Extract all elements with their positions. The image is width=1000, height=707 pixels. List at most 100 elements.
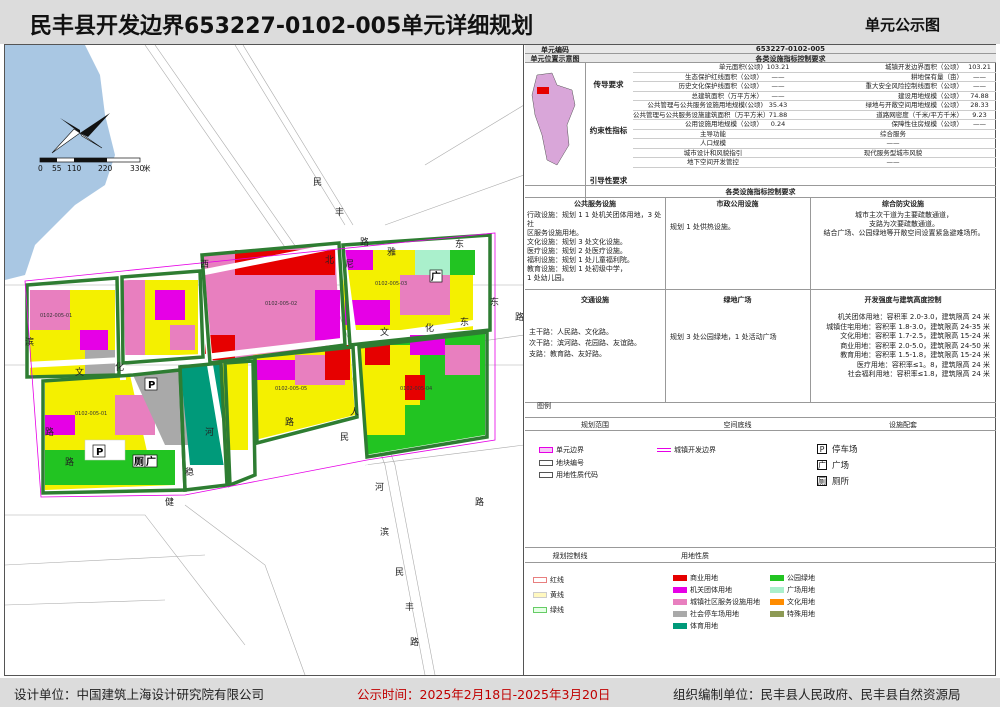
svg-text:路: 路	[45, 426, 54, 438]
indicator-cell: 绿地与开敞空间用地规模（公顷）	[865, 101, 964, 109]
col-municipal: 市政公用设施	[716, 200, 759, 208]
plan-map[interactable]: 0 55 110 220 330 米 民 丰 路 尼 雅 东 北 西 文 化 路…	[5, 45, 524, 675]
svg-text:东: 东	[460, 316, 469, 328]
legend-col-scope: 规划范围	[581, 421, 609, 429]
disaster-line: 支路为次要疏散通道。	[869, 220, 939, 228]
svg-text:文: 文	[380, 326, 389, 338]
indicator-row: 单元面积(公顷) 103.21 城镇开发边界面积（公顷） 103.21	[633, 63, 996, 73]
legend-redline: 红线	[533, 575, 564, 585]
svg-text:路: 路	[360, 236, 369, 248]
col-disaster: 综合防灾设施	[882, 200, 924, 208]
indicator-cell: 耕地保有量（亩）	[911, 72, 963, 81]
svg-text:0102-005-05: 0102-005-05	[275, 386, 307, 392]
svg-text:滨: 滨	[25, 336, 34, 348]
legend-title: 图例	[537, 402, 551, 410]
svg-text:0102-005-01: 0102-005-01	[40, 313, 72, 319]
intensity-line: 文化用地：容积率 1.7-2.5，建筑限高 15-24 米	[840, 332, 990, 340]
indicator-cell: 生态保护红线面积（公顷）	[685, 72, 763, 81]
indicator-cell: 0.24	[770, 120, 786, 128]
svg-text:东: 东	[455, 238, 464, 250]
legend2-col-lines: 规划控制线	[552, 552, 588, 560]
intensity-line: 教育用地：容积率 1.5-1.8，建筑限高 15-24 米	[840, 351, 990, 359]
traffic-line: 次干路：滨河路、花园路、友谊路。	[529, 339, 641, 347]
scale-tick: 0	[38, 164, 43, 173]
indicator-cell: 城镇开发边界面积（公顷）	[885, 63, 963, 71]
facility-title: 各类设施指标控制要求	[725, 188, 796, 196]
landuse-label: 城镇社区服务设施用地	[690, 598, 760, 606]
legend-dev-boundary: 城镇开发边界	[657, 445, 716, 455]
indicator-cell: 公共管理与公共服务设施用地规模(公顷)	[647, 101, 763, 109]
svg-text:P: P	[96, 447, 103, 458]
landuse-legend-item: 体育用地	[673, 621, 718, 631]
indicator-cell: ——	[771, 91, 785, 100]
indicator-cell: 单元面积(公顷)	[718, 63, 763, 71]
legend-col-baseline: 空间底线	[723, 421, 752, 429]
svg-text:广: 广	[431, 270, 441, 283]
legend-greenline: 绿线	[533, 605, 564, 615]
landuse-label: 特殊用地	[787, 610, 815, 618]
indicator-row: 生态保护红线面积（公顷） —— 耕地保有量（亩） ——	[633, 72, 996, 82]
page-title: 民丰县开发边界653227-0102-005单元详细规划	[30, 14, 534, 39]
indicator-row: 历史文化保护线面积（公顷） —— 重大安全风险控制线面积（公顷） ——	[633, 82, 996, 92]
landuse-label: 社会停车场用地	[690, 610, 739, 618]
footer-designer: 设计单位：中国建筑上海设计研究院有限公司	[14, 687, 265, 702]
indicator-row: 公共管理与公共服务设施用地规模(公顷) 35.43 绿地与开敞空间用地规模（公顷） 2…	[633, 101, 996, 111]
scale-tick: 220	[98, 164, 113, 173]
landuse-swatch	[673, 587, 687, 593]
disaster-line: 城市主次干道为主要疏散通道，	[855, 211, 953, 219]
landuse-swatch	[770, 587, 784, 593]
guidance-label: 地下空间开发管控	[687, 158, 739, 166]
svg-text:东: 东	[490, 296, 499, 308]
svg-text:厕: 厕	[134, 456, 144, 468]
public_service-line: 医疗设施：规划 2 处医疗设施。	[527, 247, 627, 255]
landuse-swatch	[673, 575, 687, 581]
indicator-cell: ——	[771, 82, 785, 90]
landuse-swatch	[673, 599, 687, 605]
svg-text:人: 人	[350, 407, 359, 418]
indicator-cell: 103.21	[968, 63, 991, 71]
guidance-row: 主导功能 综合服务	[633, 129, 996, 139]
landuse-legend-item: 社会停车场用地	[673, 609, 739, 619]
indicator-cell: ——	[973, 82, 986, 90]
info-panel: 单元编码 653227-0102-005 单元位置示意图 各类设施指标控制要求 …	[525, 45, 996, 675]
legend2-col-landuse: 用地性质	[681, 552, 709, 560]
indicator-cell: 建设用地规模（公顷）	[898, 91, 963, 100]
scale-bar	[39, 157, 141, 163]
guidance-row: 地下空间开发管控 ——	[633, 158, 996, 168]
svg-text:0102-005-03: 0102-005-03	[375, 281, 407, 287]
indicator-cell: 71.88	[768, 110, 788, 119]
svg-text:河: 河	[205, 426, 214, 438]
landuse-legend-item: 特殊用地	[770, 609, 815, 619]
svg-text:0102-005-04: 0102-005-04	[400, 386, 432, 392]
svg-text:化: 化	[425, 322, 434, 334]
indicator-cell: ——	[771, 72, 785, 81]
col-public: 公共服务设施	[574, 200, 616, 208]
guidance-row: 城市设计和风貌指引 现代服务型城市风貌	[633, 149, 996, 158]
landuse-label: 商业用地	[690, 574, 718, 582]
svg-text:丰: 丰	[335, 206, 344, 218]
landuse-legend-item: 公园绿地	[770, 573, 815, 583]
indicator-cell: 历史文化保护线面积（公顷）	[678, 82, 764, 90]
svg-text:民: 民	[340, 432, 349, 443]
svg-text:民: 民	[395, 567, 404, 578]
svg-text:滨: 滨	[380, 526, 389, 538]
traffic-text: 主干路：人民路、文化路。 次干路：滨河路、花园路、友谊路。 支路：教育路、友好路。	[529, 327, 663, 360]
svg-text:北: 北	[325, 255, 334, 266]
svg-text:尼: 尼	[345, 259, 354, 270]
unit-code-row: 单元编码 653227-0102-005	[525, 45, 996, 54]
guidance-value: 综合服务	[880, 129, 906, 138]
indicator-row: 公用设施用地规模（公顷） 0.24 保障性住房规模（公顷） ——	[633, 120, 996, 130]
control-title-row: 单元位置示意图 各类设施指标控制要求	[525, 54, 996, 63]
svg-text:路: 路	[515, 311, 524, 323]
public_service-line: 行政设施：规划 1 1 处机关团体用地，3 处社	[527, 211, 662, 228]
indicator-cell: 道路网密度（千米/平方千米）	[876, 110, 963, 119]
landuse-label: 文化用地	[787, 598, 815, 606]
landuse-legend-item: 机关团体用地	[673, 585, 732, 595]
legend-square: 广广场	[817, 460, 850, 471]
landuse-label: 公园绿地	[787, 574, 815, 582]
svg-text:文: 文	[75, 366, 84, 378]
svg-text:0102-005-02: 0102-005-02	[265, 301, 297, 307]
legend-block-id: 地块编号	[539, 458, 584, 468]
location-map	[531, 72, 576, 166]
svg-text:西: 西	[200, 259, 209, 270]
